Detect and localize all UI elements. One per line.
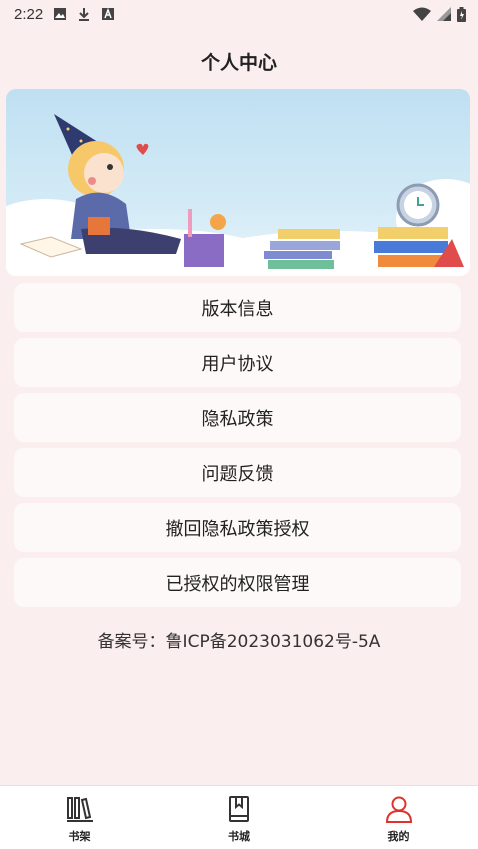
menu-privacy-policy[interactable]: 隐私政策 [14,393,461,442]
banner-art [6,114,470,276]
menu-item-label: 问题反馈 [201,463,274,485]
nav-label: 我的 [387,830,410,843]
settings-menu: 版本信息 用户协议 隐私政策 问题反馈 撤回隐私政策授权 已授权的权限管理 [14,283,461,613]
book-icon [229,796,249,822]
status-left: 2:22 [14,6,115,23]
icp-record: 备案号：鲁ICP备2023031062号-5A [97,632,381,652]
nav-mine[interactable]: 我的 [319,786,478,849]
status-bar: 2:22 [0,0,478,28]
menu-permission-management[interactable]: 已授权的权限管理 [14,558,461,607]
banner-illustration [6,89,470,276]
page-title: 个人中心 [200,52,277,74]
user-icon [385,796,412,823]
menu-feedback[interactable]: 问题反馈 [14,448,461,497]
font-a-icon [102,7,115,20]
menu-item-label: 隐私政策 [201,408,274,430]
nav-bookstore[interactable]: 书城 [160,786,319,849]
menu-version-info[interactable]: 版本信息 [14,283,461,332]
menu-user-agreement[interactable]: 用户协议 [14,338,461,387]
menu-item-label: 撤回隐私政策授权 [165,518,310,540]
menu-revoke-privacy-authorization[interactable]: 撤回隐私政策授权 [14,503,461,552]
download-icon [79,8,90,21]
menu-item-label: 版本信息 [201,298,274,320]
bookshelf-icon [66,797,93,822]
menu-item-label: 用户协议 [201,353,274,375]
image-icon [54,8,67,20]
bottom-nav: 书架 书城 我的 [0,785,478,849]
battery-icon [457,6,466,22]
nav-bookshelf[interactable]: 书架 [0,786,159,849]
signal-icon [437,7,451,21]
status-time: 2:22 [14,5,44,23]
wifi-icon [413,7,431,21]
nav-label: 书架 [68,830,91,843]
status-right [413,6,466,22]
menu-item-label: 已授权的权限管理 [165,573,310,595]
nav-label: 书城 [228,830,250,843]
screen: 2:22 个人中心 版本信息 用户协议 隐私政策 问题反馈 撤回隐私政策授权 已… [0,0,478,849]
